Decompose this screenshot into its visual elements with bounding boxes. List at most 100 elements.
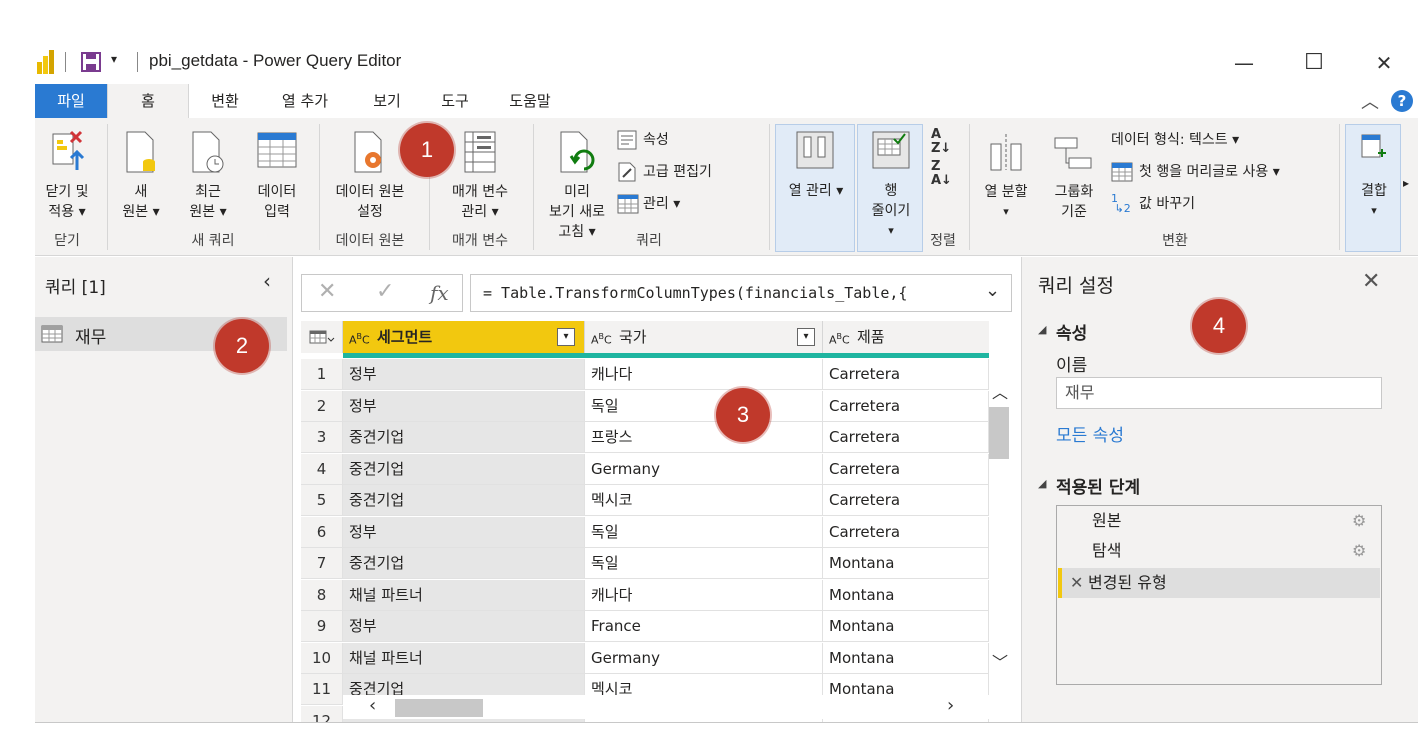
table-row[interactable]: 8 채널 파트너 캐나다 Montana [301,579,989,612]
table-menu-button[interactable] [301,321,343,353]
tab-add-column[interactable]: 열 추가 [267,84,343,118]
cell-segment[interactable]: 중견기업 [343,453,585,485]
scroll-left-icon[interactable]: ‹ [369,695,376,716]
delete-step-icon[interactable]: ✕ [1070,568,1083,598]
vertical-scrollbar[interactable]: ︿ ﹀ [989,359,1011,695]
enter-data-button[interactable]: 데이터 입력 [247,126,307,226]
cell-country[interactable]: 프랑스 [585,422,823,453]
all-properties-link[interactable]: 모든 속성 [1056,421,1124,446]
text-type-icon[interactable]: ABC [591,321,612,357]
cell-country[interactable]: Germany [585,642,823,674]
text-type-icon[interactable]: ABC [349,321,370,357]
formula-commit-icon[interactable]: ✓ [376,279,394,304]
manage-columns-button[interactable]: 열 관리 ▾ [775,124,855,252]
manage-button[interactable]: 관리 ▾ [617,192,717,216]
cell-product[interactable]: Montana [823,579,989,611]
tab-file[interactable]: 파일 [35,84,107,118]
applied-step-navigation[interactable]: 탐색 ⚙ [1058,536,1380,566]
scroll-down-icon[interactable]: ﹀ [992,649,1008,673]
cell-segment[interactable]: 정부 [343,611,585,642]
table-row[interactable]: 1 정부 캐나다 Carretera [301,359,989,391]
row-number[interactable]: 9 [301,611,343,642]
cell-segment[interactable]: 정부 [343,516,585,548]
cell-product[interactable]: Montana [823,548,989,579]
tab-view[interactable]: 보기 [357,84,417,118]
cell-product[interactable]: Carretera [823,390,989,422]
cell-segment[interactable]: 정부 [343,390,585,422]
scroll-right-icon[interactable]: › [947,695,954,716]
cell-country[interactable]: Germany [585,453,823,485]
cell-segment[interactable]: 중견기업 [343,485,585,516]
column-header-product[interactable]: ABC 제품 [823,321,989,353]
horizontal-scrollbar[interactable]: ‹ › [343,695,989,719]
applied-step-changed-type[interactable]: ✕ 변경된 유형 [1058,568,1380,598]
step-settings-gear-icon[interactable]: ⚙ [1352,536,1366,566]
formula-input[interactable]: = Table.TransformColumnTypes(financials_… [470,274,1012,312]
cell-country[interactable]: France [585,611,823,642]
cell-country[interactable]: 캐나다 [585,579,823,611]
recent-source-button[interactable]: 최근 원본 ▾ [179,126,237,226]
cell-segment[interactable]: 채널 파트너 [343,642,585,674]
row-number[interactable]: 4 [301,453,343,485]
row-number[interactable]: 5 [301,485,343,516]
column-filter-icon[interactable]: ▾ [557,328,575,346]
cell-country[interactable]: 독일 [585,516,823,548]
vertical-scroll-thumb[interactable] [989,407,1009,459]
maximize-button[interactable]: ☐ [1291,48,1337,78]
ribbon-scroll-right-icon[interactable]: ▸ [1403,176,1409,190]
applied-steps-header[interactable]: 적용된 단계 [1056,473,1140,498]
collapse-ribbon-icon[interactable]: ︿ [1361,88,1379,114]
combine-button[interactable]: 결합 ▾ [1345,124,1401,252]
table-row[interactable]: 9 정부 France Montana [301,611,989,643]
minimize-button[interactable]: — [1221,48,1267,78]
horizontal-scroll-thumb[interactable] [395,699,483,717]
sort-descending-button[interactable]: Z A↓ [929,160,955,190]
help-icon[interactable]: ? [1391,90,1413,112]
text-type-icon[interactable]: ABC [829,321,850,357]
collapse-triangle-icon[interactable]: ◢ [1038,477,1046,490]
expand-formula-icon[interactable]: ⌄ [985,280,1000,301]
new-source-button[interactable]: 새 원본 ▾ [113,126,169,226]
table-row[interactable]: 6 정부 독일 Carretera [301,516,989,549]
row-number[interactable]: 1 [301,359,343,390]
cell-country[interactable]: 독일 [585,390,823,422]
row-number[interactable]: 6 [301,516,343,548]
row-number[interactable]: 3 [301,422,343,453]
cell-segment[interactable]: 채널 파트너 [343,579,585,611]
cell-country[interactable]: 독일 [585,548,823,579]
cell-product[interactable]: Carretera [823,422,989,453]
table-row[interactable]: 2 정부 독일 Carretera [301,390,989,423]
row-number[interactable]: 2 [301,390,343,422]
formula-cancel-icon[interactable]: ✕ [318,279,336,304]
applied-step-source[interactable]: 원본 ⚙ [1058,506,1380,536]
tab-home[interactable]: 홈 [107,84,189,118]
cell-product[interactable]: Carretera [823,359,989,390]
table-row[interactable]: 3 중견기업 프랑스 Carretera [301,422,989,454]
save-icon[interactable] [81,52,101,72]
collapse-triangle-icon[interactable]: ◢ [1038,323,1046,336]
properties-section-header[interactable]: 속성 [1056,319,1087,344]
insert-function-icon[interactable]: fx [430,281,449,305]
step-settings-gear-icon[interactable]: ⚙ [1352,506,1366,536]
table-row[interactable]: 5 중견기업 멕시코 Carretera [301,485,989,517]
cell-country[interactable]: 멕시코 [585,485,823,516]
close-settings-icon[interactable]: ✕ [1362,269,1380,294]
tab-tools[interactable]: 도구 [427,84,483,118]
reduce-rows-button[interactable]: 행 줄이기 ▾ [857,124,923,252]
query-name-input[interactable]: 재무 [1056,377,1382,409]
table-row[interactable]: 4 중견기업 Germany Carretera [301,453,989,486]
tab-transform[interactable]: 변환 [195,84,255,118]
cell-product[interactable]: Carretera [823,516,989,548]
column-filter-icon[interactable]: ▾ [797,328,815,346]
sort-ascending-button[interactable]: A Z↓ [929,128,955,158]
group-by-button[interactable]: 그룹화 기준 [1043,126,1105,226]
cell-product[interactable]: Montana [823,611,989,642]
replace-values-button[interactable]: 1 ↳2 값 바꾸기 [1111,192,1251,216]
scroll-up-icon[interactable]: ︿ [992,379,1008,403]
refresh-preview-button[interactable]: 미리 보기 새로 고침 ▾ [539,126,615,244]
row-number[interactable]: 12 [301,705,343,723]
split-column-button[interactable]: 열 분할 ▾ [975,126,1037,226]
row-number[interactable]: 8 [301,579,343,611]
close-apply-button[interactable]: 닫기 및 적용 ▾ [39,126,95,226]
tab-help[interactable]: 도움말 [495,84,565,118]
